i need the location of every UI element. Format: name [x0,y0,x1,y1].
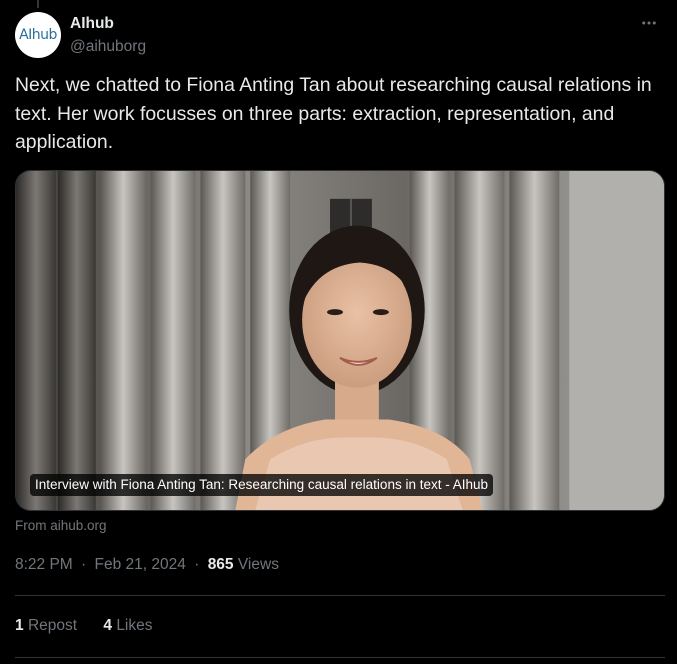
views-count: 865 [207,556,234,573]
author-display-name[interactable]: AIhub [70,14,146,34]
reposts-count: 1 [15,617,24,634]
likes-stat[interactable]: 4 Likes [103,616,152,636]
engagement-stats: 1 Repost 4 Likes [15,616,175,636]
reposts-label: Repost [27,617,78,634]
meta-separator: · [194,556,200,573]
divider [15,595,665,596]
more-options-button[interactable] [635,12,663,34]
likes-count: 4 [103,617,112,634]
tweet-header: AIhub AIhub @aihuborg [15,12,665,62]
reposts-stat[interactable]: 1 Repost [15,616,77,636]
views-label: Views [237,556,279,573]
tweet-time[interactable]: 8:22 PM [15,556,73,573]
tweet-container: AIhub AIhub @aihuborg Next, we chatted t… [0,0,677,664]
divider [15,657,665,658]
card-source-link[interactable]: From aihub.org [15,517,107,535]
tweet-meta: 8:22 PM · Feb 21, 2024 · 865 Views [15,555,279,575]
thread-line [37,0,39,8]
author-names: AIhub @aihuborg [70,14,146,57]
likes-label: Likes [116,617,153,634]
more-horizontal-icon [642,21,656,25]
card-title: Interview with Fiona Anting Tan: Researc… [30,474,494,496]
avatar-logo: AIhub [19,27,57,43]
meta-separator: · [81,556,87,573]
link-card[interactable]: Interview with Fiona Anting Tan: Researc… [15,170,665,511]
tweet-text: Next, we chatted to Fiona Anting Tan abo… [15,74,652,153]
card-photo [16,171,664,510]
avatar[interactable]: AIhub [15,12,61,58]
tweet-date[interactable]: Feb 21, 2024 [95,556,186,573]
author-handle[interactable]: @aihuborg [70,37,146,57]
